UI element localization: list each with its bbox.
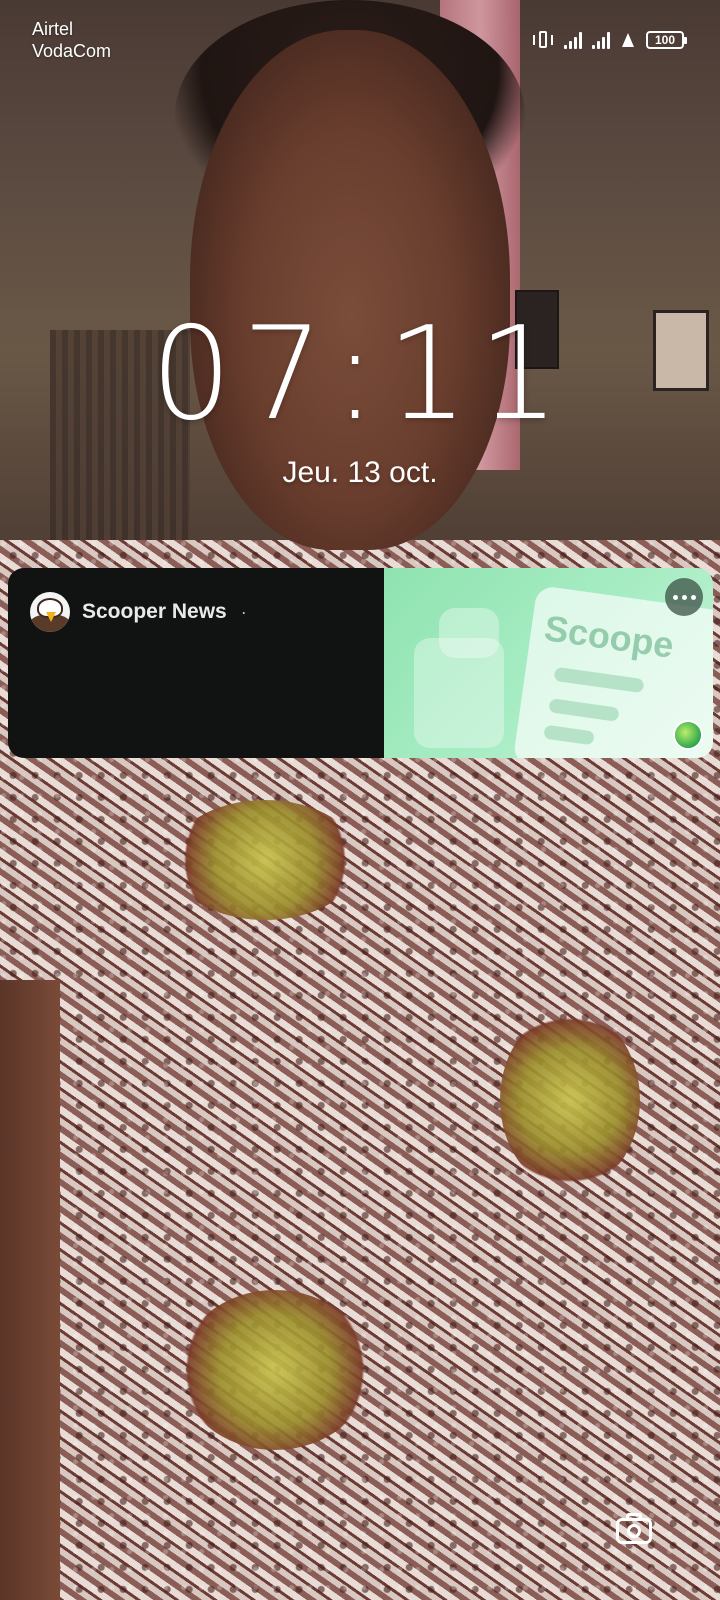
camera-icon[interactable] (612, 1508, 656, 1552)
status-bar: Airtel VodaCom 100 (0, 0, 720, 70)
carrier-name-1: Airtel (32, 19, 74, 39)
lockscreen-clock: 07:11 (150, 300, 570, 449)
wallpaper-fabric-motif (170, 800, 360, 920)
wallpaper-arm (0, 980, 60, 1600)
notification-image[interactable]: Scoope (384, 568, 713, 758)
eagle-app-icon (30, 592, 70, 632)
notification-app-name: Scooper News (82, 600, 227, 623)
notification-separator: · (240, 601, 247, 622)
more-options-icon[interactable] (665, 578, 703, 616)
vibrate-icon (532, 30, 554, 50)
lockscreen-wallpaper (0, 0, 720, 1600)
signal-icon (592, 31, 610, 49)
battery-level: 100 (654, 33, 676, 47)
notification-card[interactable]: Scooper News · Scoope (8, 568, 713, 758)
notification-content[interactable]: Scooper News · (8, 568, 384, 758)
wallpaper-fabric-motif (500, 1010, 640, 1190)
carrier-name-2: VodaCom (32, 41, 112, 61)
green-badge-icon (673, 720, 703, 750)
notification-header: Scooper News · (30, 592, 247, 632)
decorative-shape (439, 608, 499, 658)
flask-icon (620, 31, 636, 49)
wallpaper-fabric-motif (180, 1290, 370, 1450)
status-icons: 100 (532, 28, 687, 52)
battery-icon: 100 (646, 31, 687, 49)
signal-icon (564, 31, 582, 49)
lockscreen-date: Jeu. 13 oct. (282, 456, 438, 489)
